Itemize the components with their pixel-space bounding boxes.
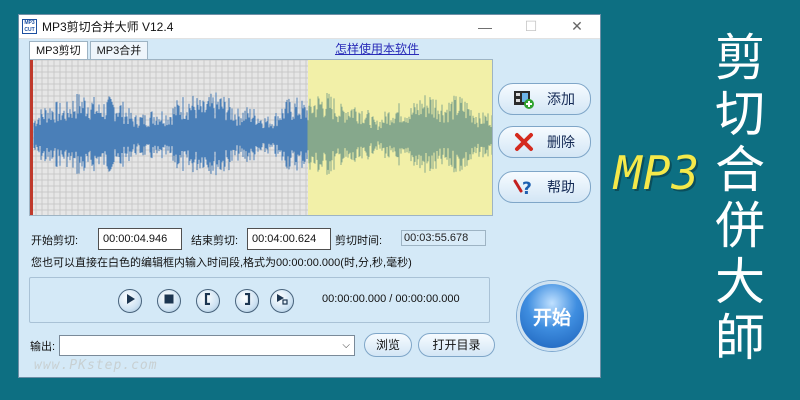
film-add-icon — [513, 89, 535, 109]
minimize-button[interactable]: — — [462, 15, 508, 39]
help-button[interactable]: ? 帮助 — [498, 171, 591, 203]
end-cut-label: 结束剪切: — [191, 235, 239, 247]
help-link[interactable]: 怎样使用本软件 — [335, 40, 419, 57]
output-path-field[interactable]: ⌵ — [59, 335, 355, 356]
red-x-icon — [513, 132, 535, 152]
start-button[interactable]: 开始 — [517, 281, 587, 351]
svg-text:?: ? — [522, 179, 532, 197]
end-cut-field[interactable]: 00:04:00.624 — [247, 228, 331, 250]
window-title: MP3剪切合并大师 V12.4 — [42, 20, 174, 34]
playback-position: 00:00:00.000 / 00:00:00.000 — [322, 293, 460, 305]
title-bar: MP3 CUT MP3剪切合并大师 V12.4 — ☐ ✕ — [19, 15, 600, 39]
app-logo-icon: MP3 CUT — [22, 19, 37, 34]
mark-end-button[interactable] — [235, 289, 259, 313]
browse-button[interactable]: 浏览 — [364, 333, 412, 357]
cut-duration-label: 剪切时间: — [335, 235, 383, 247]
waveform-view[interactable] — [29, 59, 493, 216]
play-selection-icon — [276, 292, 288, 310]
app-window: MP3 CUT MP3剪切合并大师 V12.4 — ☐ ✕ MP3剪切 MP3合… — [18, 14, 601, 378]
waveform-svg — [30, 60, 492, 215]
play-button[interactable] — [118, 289, 142, 313]
play-icon — [124, 292, 136, 310]
add-button[interactable]: 添加 — [498, 83, 591, 115]
add-button-label: 添加 — [547, 91, 575, 107]
promo-title-text: 剪切合併大師 — [715, 29, 765, 367]
chevron-down-icon[interactable]: ⌵ — [342, 336, 350, 355]
maximize-button[interactable]: ☐ — [508, 15, 554, 39]
play-selection-button[interactable] — [270, 289, 294, 313]
stop-icon — [163, 292, 175, 310]
open-folder-button[interactable]: 打开目录 — [418, 333, 495, 357]
help-question-icon: ? — [513, 177, 535, 197]
delete-button[interactable]: 删除 — [498, 126, 591, 158]
stop-button[interactable] — [157, 289, 181, 313]
mode-tabs: MP3剪切 MP3合并 — [29, 41, 150, 60]
watermark-text: www.PKstep.com — [34, 358, 158, 373]
start-cut-label: 开始剪切: — [31, 235, 79, 247]
time-format-hint: 您也可以直接在白色的编辑框内输入时间段,格式为00:00:00.000(时,分,… — [31, 257, 412, 269]
mark-end-icon — [241, 292, 253, 310]
output-label: 输出: — [30, 341, 56, 353]
promo-mp3-text: MP3 — [614, 146, 701, 200]
mark-start-icon — [202, 292, 214, 310]
cut-duration-value: 00:03:55.678 — [401, 230, 486, 246]
start-cut-field[interactable]: 00:00:04.946 — [98, 228, 182, 250]
transport-panel: 00:00:00.000 / 00:00:00.000 — [29, 277, 490, 323]
delete-button-label: 删除 — [547, 134, 575, 150]
start-marker — [30, 60, 33, 215]
tab-mp3-cut[interactable]: MP3剪切 — [29, 41, 88, 60]
mark-start-button[interactable] — [196, 289, 220, 313]
tab-mp3-merge[interactable]: MP3合并 — [89, 41, 149, 60]
close-button[interactable]: ✕ — [554, 15, 600, 39]
help-button-label: 帮助 — [547, 179, 575, 195]
